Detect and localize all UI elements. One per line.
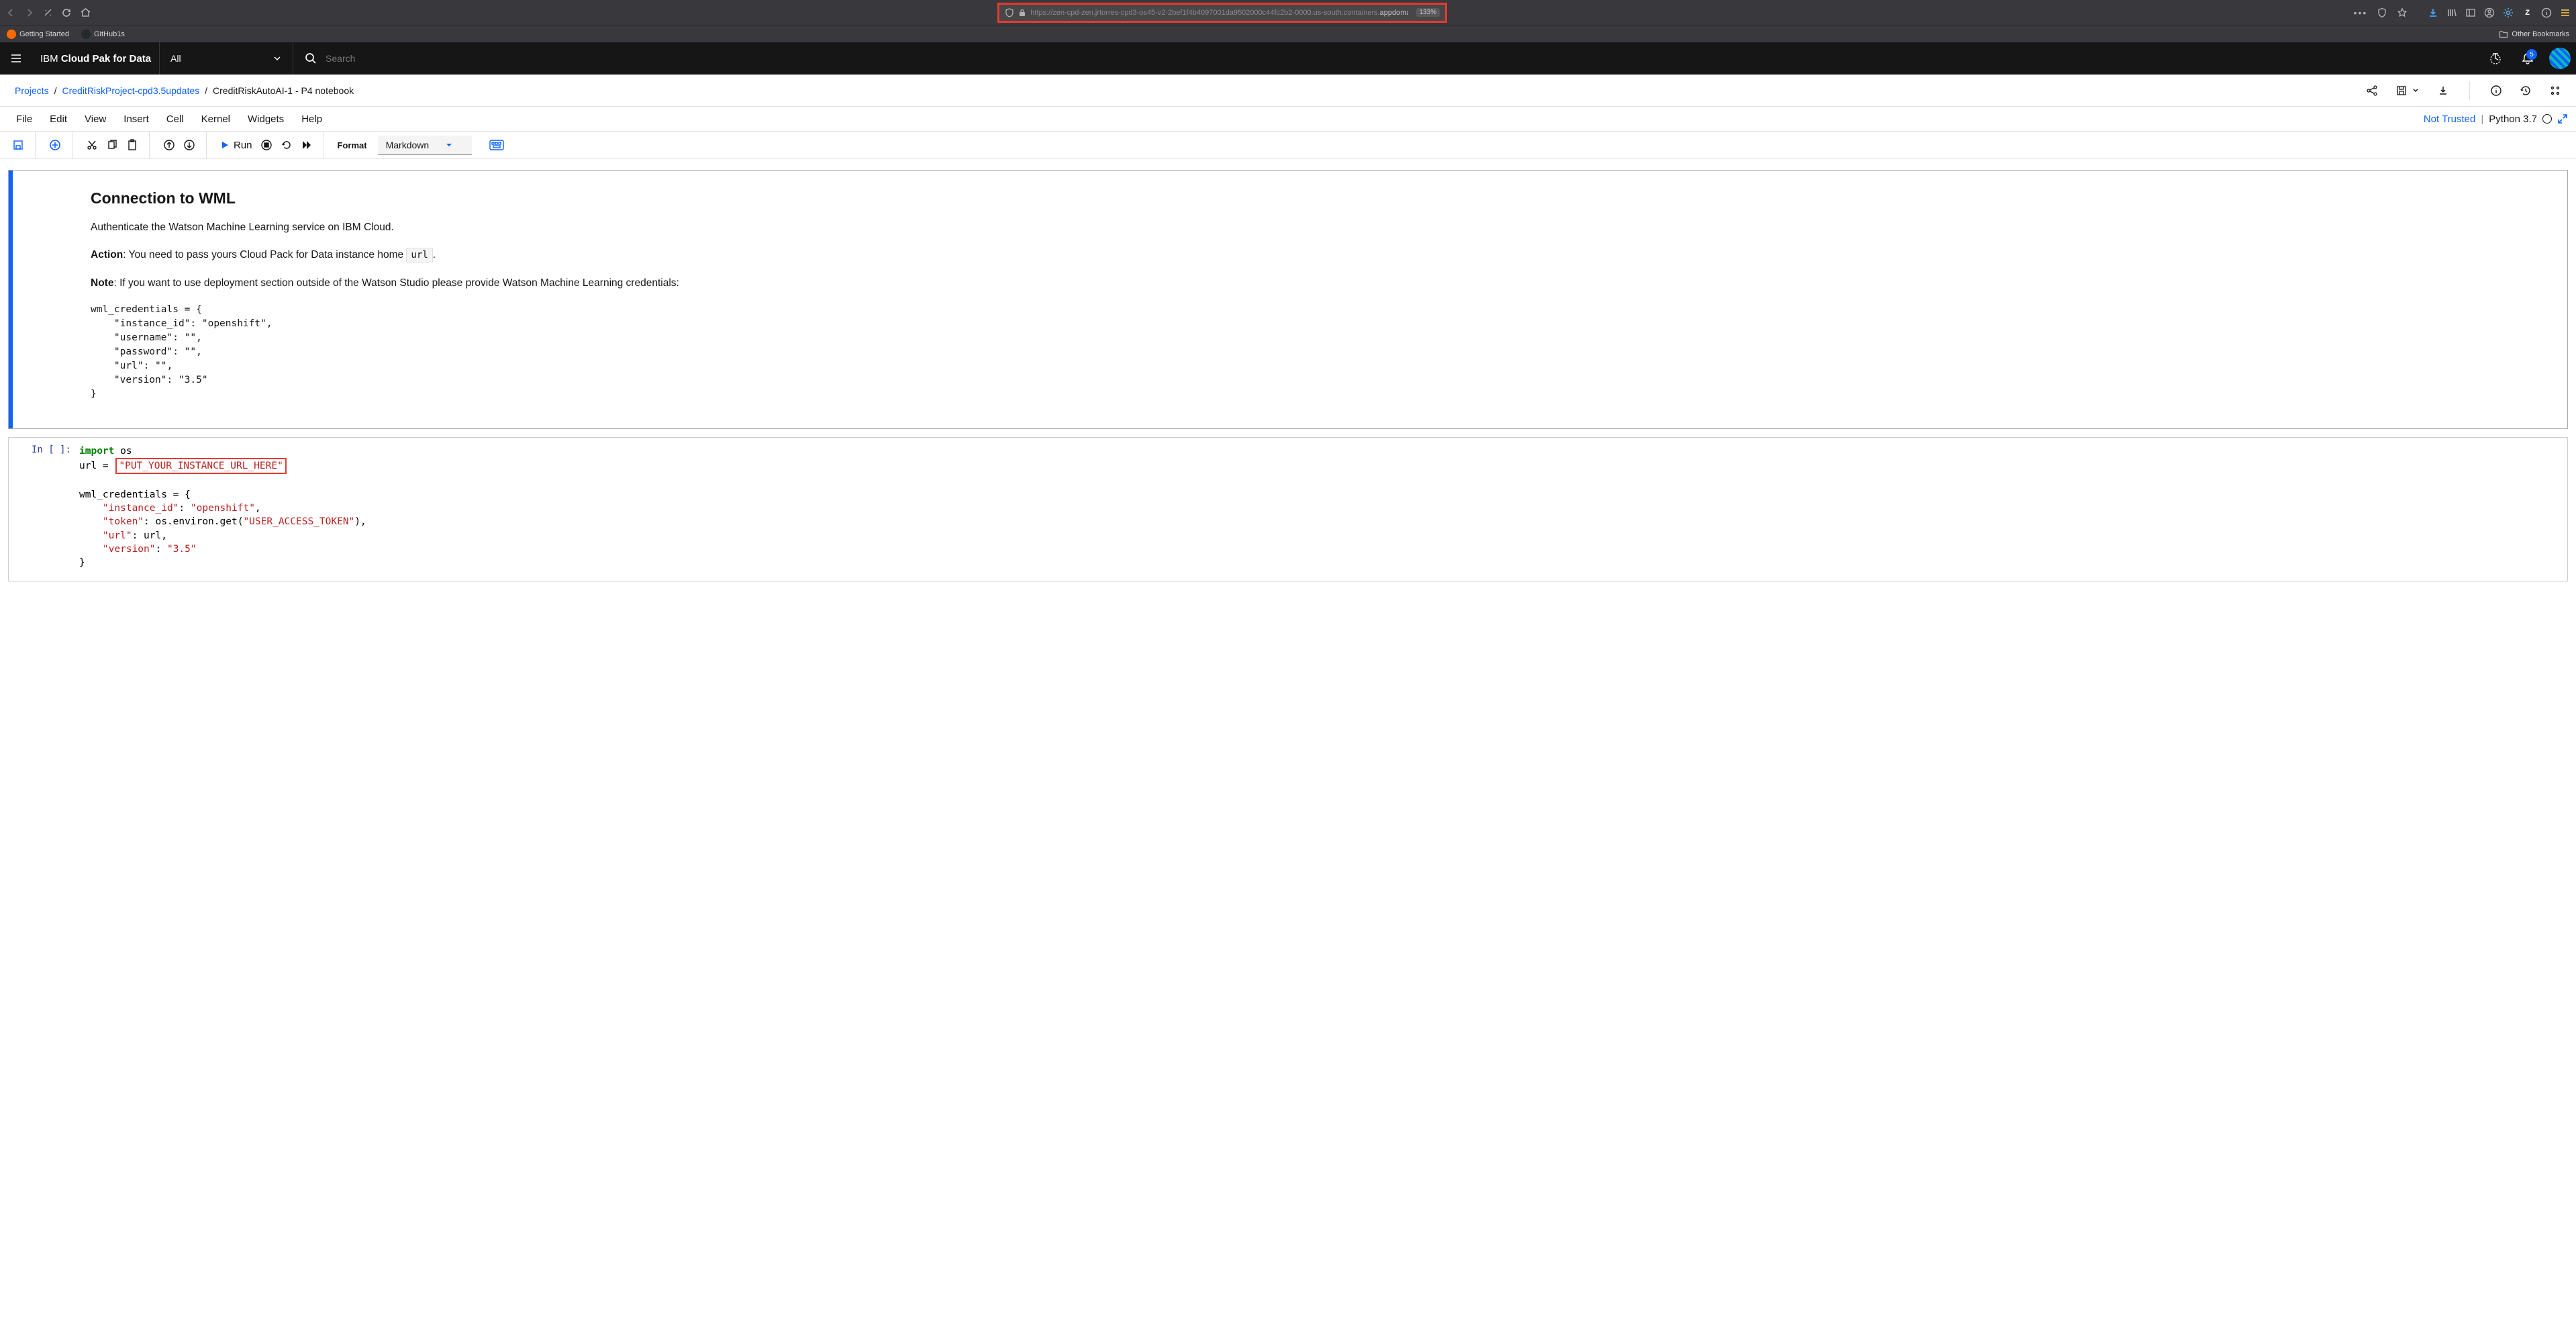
code-cell[interactable]: In [ ]: import os url = "PUT_YOUR_INSTAN… [8, 437, 2568, 581]
menu-view[interactable]: View [77, 109, 114, 129]
library-icon[interactable] [2446, 7, 2457, 18]
menu-cell[interactable]: Cell [158, 109, 192, 129]
home-icon[interactable] [80, 7, 91, 18]
github-icon [81, 30, 91, 39]
bookmark-getting-started[interactable]: Getting Started [7, 30, 69, 39]
save-button[interactable] [8, 136, 28, 154]
command-palette-button[interactable] [485, 137, 508, 153]
account-icon[interactable] [2484, 7, 2495, 18]
browser-toolbar: https://zen-cpd-zen.jrtorres-cpd3-os45-v… [0, 0, 2576, 25]
menu-help[interactable]: Help [293, 109, 330, 129]
sidebar-icon[interactable] [2465, 7, 2476, 18]
download-nb-icon[interactable] [2437, 85, 2449, 97]
code-body[interactable]: import os url = "PUT_YOUR_INSTANCE_URL_H… [78, 438, 2567, 581]
reader-shield-icon[interactable] [2377, 7, 2387, 18]
shield-icon [1005, 8, 1014, 17]
wand-icon[interactable] [43, 7, 53, 17]
move-down-button[interactable] [179, 136, 199, 154]
menu-file[interactable]: File [8, 109, 40, 129]
md-note: Note: If you want to use deployment sect… [91, 275, 679, 291]
jobs-icon[interactable] [2479, 42, 2512, 75]
restart-run-all-button[interactable] [297, 136, 317, 154]
zoom-badge[interactable]: 133% [1416, 8, 1440, 17]
cell-type-select[interactable]: Markdown [378, 136, 472, 155]
cell-prompt: In [ ]: [9, 438, 78, 581]
toolbar: Run Format Markdown [0, 131, 2576, 159]
search-icon [304, 52, 317, 65]
breadcrumb-row: Projects / CreditRiskProject-cpd3.5updat… [0, 75, 2576, 107]
user-avatar[interactable] [2544, 42, 2576, 75]
md-pre: wml_credentials = { "instance_id": "open… [91, 303, 679, 402]
brand-title: IBM Cloud Pak for Data [32, 53, 159, 64]
bookmark-star-icon[interactable] [2397, 7, 2408, 18]
meatball-icon[interactable]: ••• [2354, 7, 2368, 18]
breadcrumb-projects[interactable]: Projects [15, 85, 49, 96]
reload-icon[interactable] [61, 7, 72, 18]
cut-button[interactable] [82, 136, 102, 154]
trust-status[interactable]: Not Trusted [2424, 113, 2476, 125]
breadcrumb: Projects / CreditRiskProject-cpd3.5updat… [15, 85, 354, 96]
other-bookmarks[interactable]: Other Bookmarks [2499, 30, 2569, 39]
run-button[interactable]: Run [216, 137, 256, 154]
info-panel-icon[interactable] [2490, 85, 2502, 97]
menu-kernel[interactable]: Kernel [193, 109, 238, 129]
info-icon[interactable] [2541, 7, 2552, 18]
main-menu-button[interactable] [0, 52, 32, 65]
bookmark-github1s[interactable]: GitHub1s [81, 30, 125, 39]
kernel-idle-icon [2542, 114, 2552, 124]
scope-dropdown[interactable]: All [159, 42, 293, 75]
move-up-button[interactable] [159, 136, 179, 154]
download-icon[interactable] [2428, 7, 2438, 18]
breadcrumb-current: CreditRiskAutoAI-1 - P4 notebook [213, 85, 354, 96]
md-heading: Connection to WML [91, 189, 679, 207]
save-dropdown[interactable] [2395, 85, 2420, 97]
share-icon[interactable] [2366, 85, 2378, 97]
notebook-area: Connection to WML Authenticate the Watso… [0, 159, 2576, 602]
cpd-header: IBM Cloud Pak for Data All 5 [0, 42, 2576, 75]
back-icon[interactable] [5, 7, 16, 18]
gear-icon[interactable] [2503, 7, 2514, 18]
url-bar[interactable]: https://zen-cpd-zen.jrtorres-cpd3-os45-v… [997, 3, 1447, 23]
copy-button[interactable] [102, 136, 122, 154]
search-input[interactable] [326, 53, 527, 64]
url-text: https://zen-cpd-zen.jrtorres-cpd3-os45-v… [1030, 9, 1407, 17]
menu-widgets[interactable]: Widgets [240, 109, 292, 129]
menu-insert[interactable]: Insert [115, 109, 157, 129]
history-icon[interactable] [2520, 85, 2532, 97]
expand-icon[interactable] [2557, 113, 2568, 124]
paste-button[interactable] [122, 136, 142, 154]
forward-icon[interactable] [24, 7, 35, 18]
menubar: File Edit View Insert Cell Kernel Widget… [8, 109, 330, 129]
chevron-down-icon [273, 54, 282, 63]
interrupt-button[interactable] [256, 136, 277, 154]
restart-button[interactable] [277, 136, 297, 154]
notifications-button[interactable]: 5 [2512, 42, 2544, 75]
menu-edit[interactable]: Edit [42, 109, 75, 129]
menubar-row: File Edit View Insert Cell Kernel Widget… [0, 107, 2576, 131]
hamburger-icon[interactable] [2560, 7, 2571, 18]
notification-badge: 5 [2526, 49, 2537, 60]
markdown-cell[interactable]: Connection to WML Authenticate the Watso… [9, 171, 2567, 428]
bookmarks-bar: Getting Started GitHub1s Other Bookmarks [0, 25, 2576, 42]
kernel-name: Python 3.7 [2489, 113, 2537, 125]
breadcrumb-project-name[interactable]: CreditRiskProject-cpd3.5updates [62, 85, 199, 96]
folder-icon [2499, 30, 2508, 39]
md-p1: Authenticate the Watson Machine Learning… [91, 220, 679, 235]
lock-icon [1018, 9, 1026, 17]
format-label: Format [338, 140, 367, 150]
md-action: Action: You need to pass yours Cloud Pac… [91, 247, 679, 263]
insert-cell-button[interactable] [45, 136, 65, 154]
z-badge-icon[interactable]: Z [2522, 7, 2533, 18]
apps-icon[interactable] [2549, 85, 2561, 97]
firefox-icon [7, 30, 16, 39]
